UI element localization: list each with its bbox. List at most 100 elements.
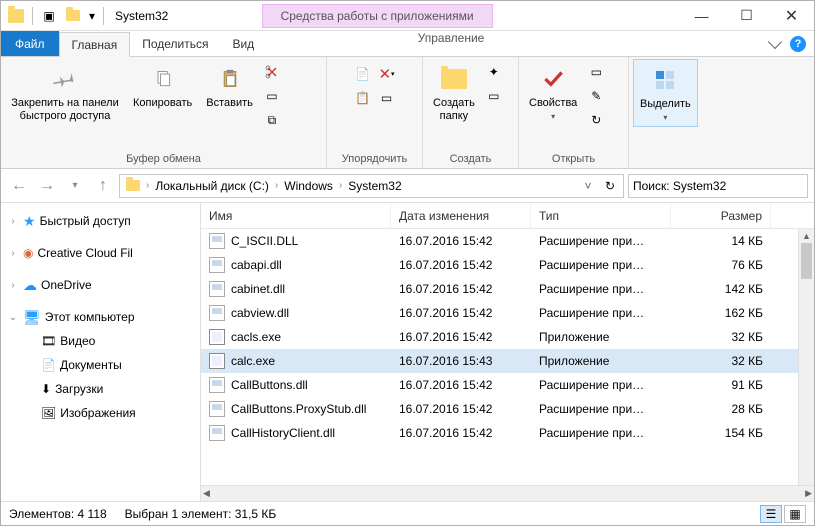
file-name: calc.exe [231,354,275,368]
properties-button[interactable]: Свойства ▾ [523,59,583,125]
breadcrumb-segment[interactable]: System32 [344,179,405,193]
scroll-up-icon[interactable]: ▲ [799,229,814,243]
file-menu[interactable]: Файл [1,31,59,56]
history-icon[interactable]: ↻ [585,109,607,131]
large-icons-view-icon[interactable]: ▦ [784,505,806,523]
back-button[interactable]: ← [7,174,31,198]
open-icon[interactable]: ▭ [585,61,607,83]
col-size[interactable]: Размер [671,203,771,228]
open-group-label: Открыть [523,151,624,168]
file-icon [209,425,225,441]
tab-share[interactable]: Поделиться [130,31,220,56]
file-name: cabview.dll [231,306,289,320]
file-row[interactable]: C_ISCII.DLL16.07.2016 15:42Расширение пр… [201,229,814,253]
new-folder-button[interactable]: Создать папку [427,59,481,127]
copy-button[interactable]: Копировать [127,59,198,114]
file-row[interactable]: cabview.dll16.07.2016 15:42Расширение пр… [201,301,814,325]
file-row[interactable]: calc.exe16.07.2016 15:43Приложение32 КБ [201,349,814,373]
forward-button[interactable]: → [35,174,59,198]
ribbon: Закрепить на панели быстрого доступа Коп… [1,57,814,169]
file-name: cabapi.dll [231,258,282,272]
delete-icon[interactable]: ✕▾ [376,63,398,85]
paste-button[interactable]: Вставить [200,59,259,114]
file-row[interactable]: CallButtons.ProxyStub.dll16.07.2016 15:4… [201,397,814,421]
tab-manage[interactable]: Управление [339,31,563,45]
file-size: 162 КБ [671,306,771,320]
status-item-count: Элементов: 4 118 [9,507,107,521]
pin-quick-access-button[interactable]: Закрепить на панели быстрого доступа [5,59,125,127]
collapse-ribbon-icon[interactable] [770,41,780,47]
vertical-scrollbar[interactable]: ▲ ▼ [798,229,814,503]
qat-dropdown-icon[interactable]: ▾ [86,9,98,23]
file-date: 16.07.2016 15:42 [391,378,531,392]
help-icon[interactable]: ? [790,36,806,52]
tab-home[interactable]: Главная [59,32,131,57]
file-icon [209,329,225,345]
col-name[interactable]: Имя [201,203,391,228]
status-selected: Выбран 1 элемент: 31,5 КБ [125,507,277,521]
minimize-button[interactable]: — [679,1,724,30]
maximize-button[interactable]: ☐ [724,1,769,30]
tree-videos[interactable]: ›🎞Видео [3,329,198,353]
tree-creative-cloud[interactable]: ›◉Creative Cloud Fil [3,241,198,265]
file-type: Расширение при… [531,234,671,248]
details-view-icon[interactable]: ☰ [760,505,782,523]
navigation-tree[interactable]: ›★Быстрый доступ ›◉Creative Cloud Fil ›☁… [1,203,201,503]
file-row[interactable]: cabapi.dll16.07.2016 15:42Расширение при… [201,253,814,277]
close-button[interactable]: ✕ [769,1,814,30]
move-to-icon[interactable]: 📄 [352,63,374,85]
file-name: cacls.exe [231,330,281,344]
new-folder-qat-icon[interactable] [62,5,84,27]
tree-images[interactable]: ›🖼Изображения [3,401,198,425]
recent-locations-icon[interactable]: ▾ [63,174,87,198]
cut-icon[interactable] [261,61,283,83]
file-row[interactable]: cabinet.dll16.07.2016 15:42Расширение пр… [201,277,814,301]
file-list: Имя Дата изменения Тип Размер C_ISCII.DL… [201,203,814,503]
new-item-icon[interactable]: ✦ [483,61,505,83]
tree-onedrive[interactable]: ›☁OneDrive [3,273,198,297]
address-bar[interactable]: › Локальный диск (C:)› Windows› System32… [119,174,624,198]
properties-qat-icon[interactable]: ▣ [38,5,60,27]
search-input[interactable]: Поиск: System32 [628,174,808,198]
file-date: 16.07.2016 15:42 [391,330,531,344]
file-row[interactable]: CallButtons.dll16.07.2016 15:42Расширени… [201,373,814,397]
easy-access-icon[interactable]: ▭ [483,85,505,107]
breadcrumb-segment[interactable]: Windows [280,179,337,193]
title-bar: ▣ ▾ System32 Средства работы с приложени… [1,1,814,31]
quick-access-toolbar: ▣ ▾ [1,5,107,27]
select-button[interactable]: Выделить ▾ [633,59,698,127]
list-header[interactable]: Имя Дата изменения Тип Размер [201,203,814,229]
address-dropdown-icon[interactable]: ˅ [579,179,597,193]
file-row[interactable]: cacls.exe16.07.2016 15:42Приложение32 КБ [201,325,814,349]
file-size: 142 КБ [671,282,771,296]
tree-downloads[interactable]: ›⬇Загрузки [3,377,198,401]
file-size: 32 КБ [671,354,771,368]
up-button[interactable]: ↑ [91,174,115,198]
file-type: Расширение при… [531,378,671,392]
file-type: Расширение при… [531,282,671,296]
window-title: System32 [115,9,168,23]
col-type[interactable]: Тип [531,203,671,228]
col-date[interactable]: Дата изменения [391,203,531,228]
copy-path-icon[interactable]: ▭ [261,85,283,107]
horizontal-scrollbar[interactable]: ◀ ▶ [201,485,814,501]
tab-view[interactable]: Вид [220,31,266,56]
breadcrumb-segment[interactable]: Локальный диск (C:) [151,179,273,193]
scroll-thumb[interactable] [801,243,812,279]
tree-quick-access[interactable]: ›★Быстрый доступ [3,209,198,233]
file-date: 16.07.2016 15:42 [391,402,531,416]
tree-this-pc[interactable]: ⌄🖥Этот компьютер [3,305,198,329]
copy-to-icon[interactable]: 📋 [352,87,374,109]
file-icon [209,305,225,321]
file-icon [209,401,225,417]
file-name: C_ISCII.DLL [231,234,298,248]
rename-icon[interactable]: ▭ [376,87,398,109]
tree-documents[interactable]: ›📄Документы [3,353,198,377]
file-row[interactable]: CallHistoryClient.dll16.07.2016 15:42Рас… [201,421,814,445]
file-icon [209,257,225,273]
refresh-icon[interactable]: ↻ [599,179,621,193]
file-icon [209,377,225,393]
file-type: Приложение [531,330,671,344]
paste-shortcut-icon[interactable]: ⧉ [261,109,283,131]
edit-icon[interactable]: ✎ [585,85,607,107]
